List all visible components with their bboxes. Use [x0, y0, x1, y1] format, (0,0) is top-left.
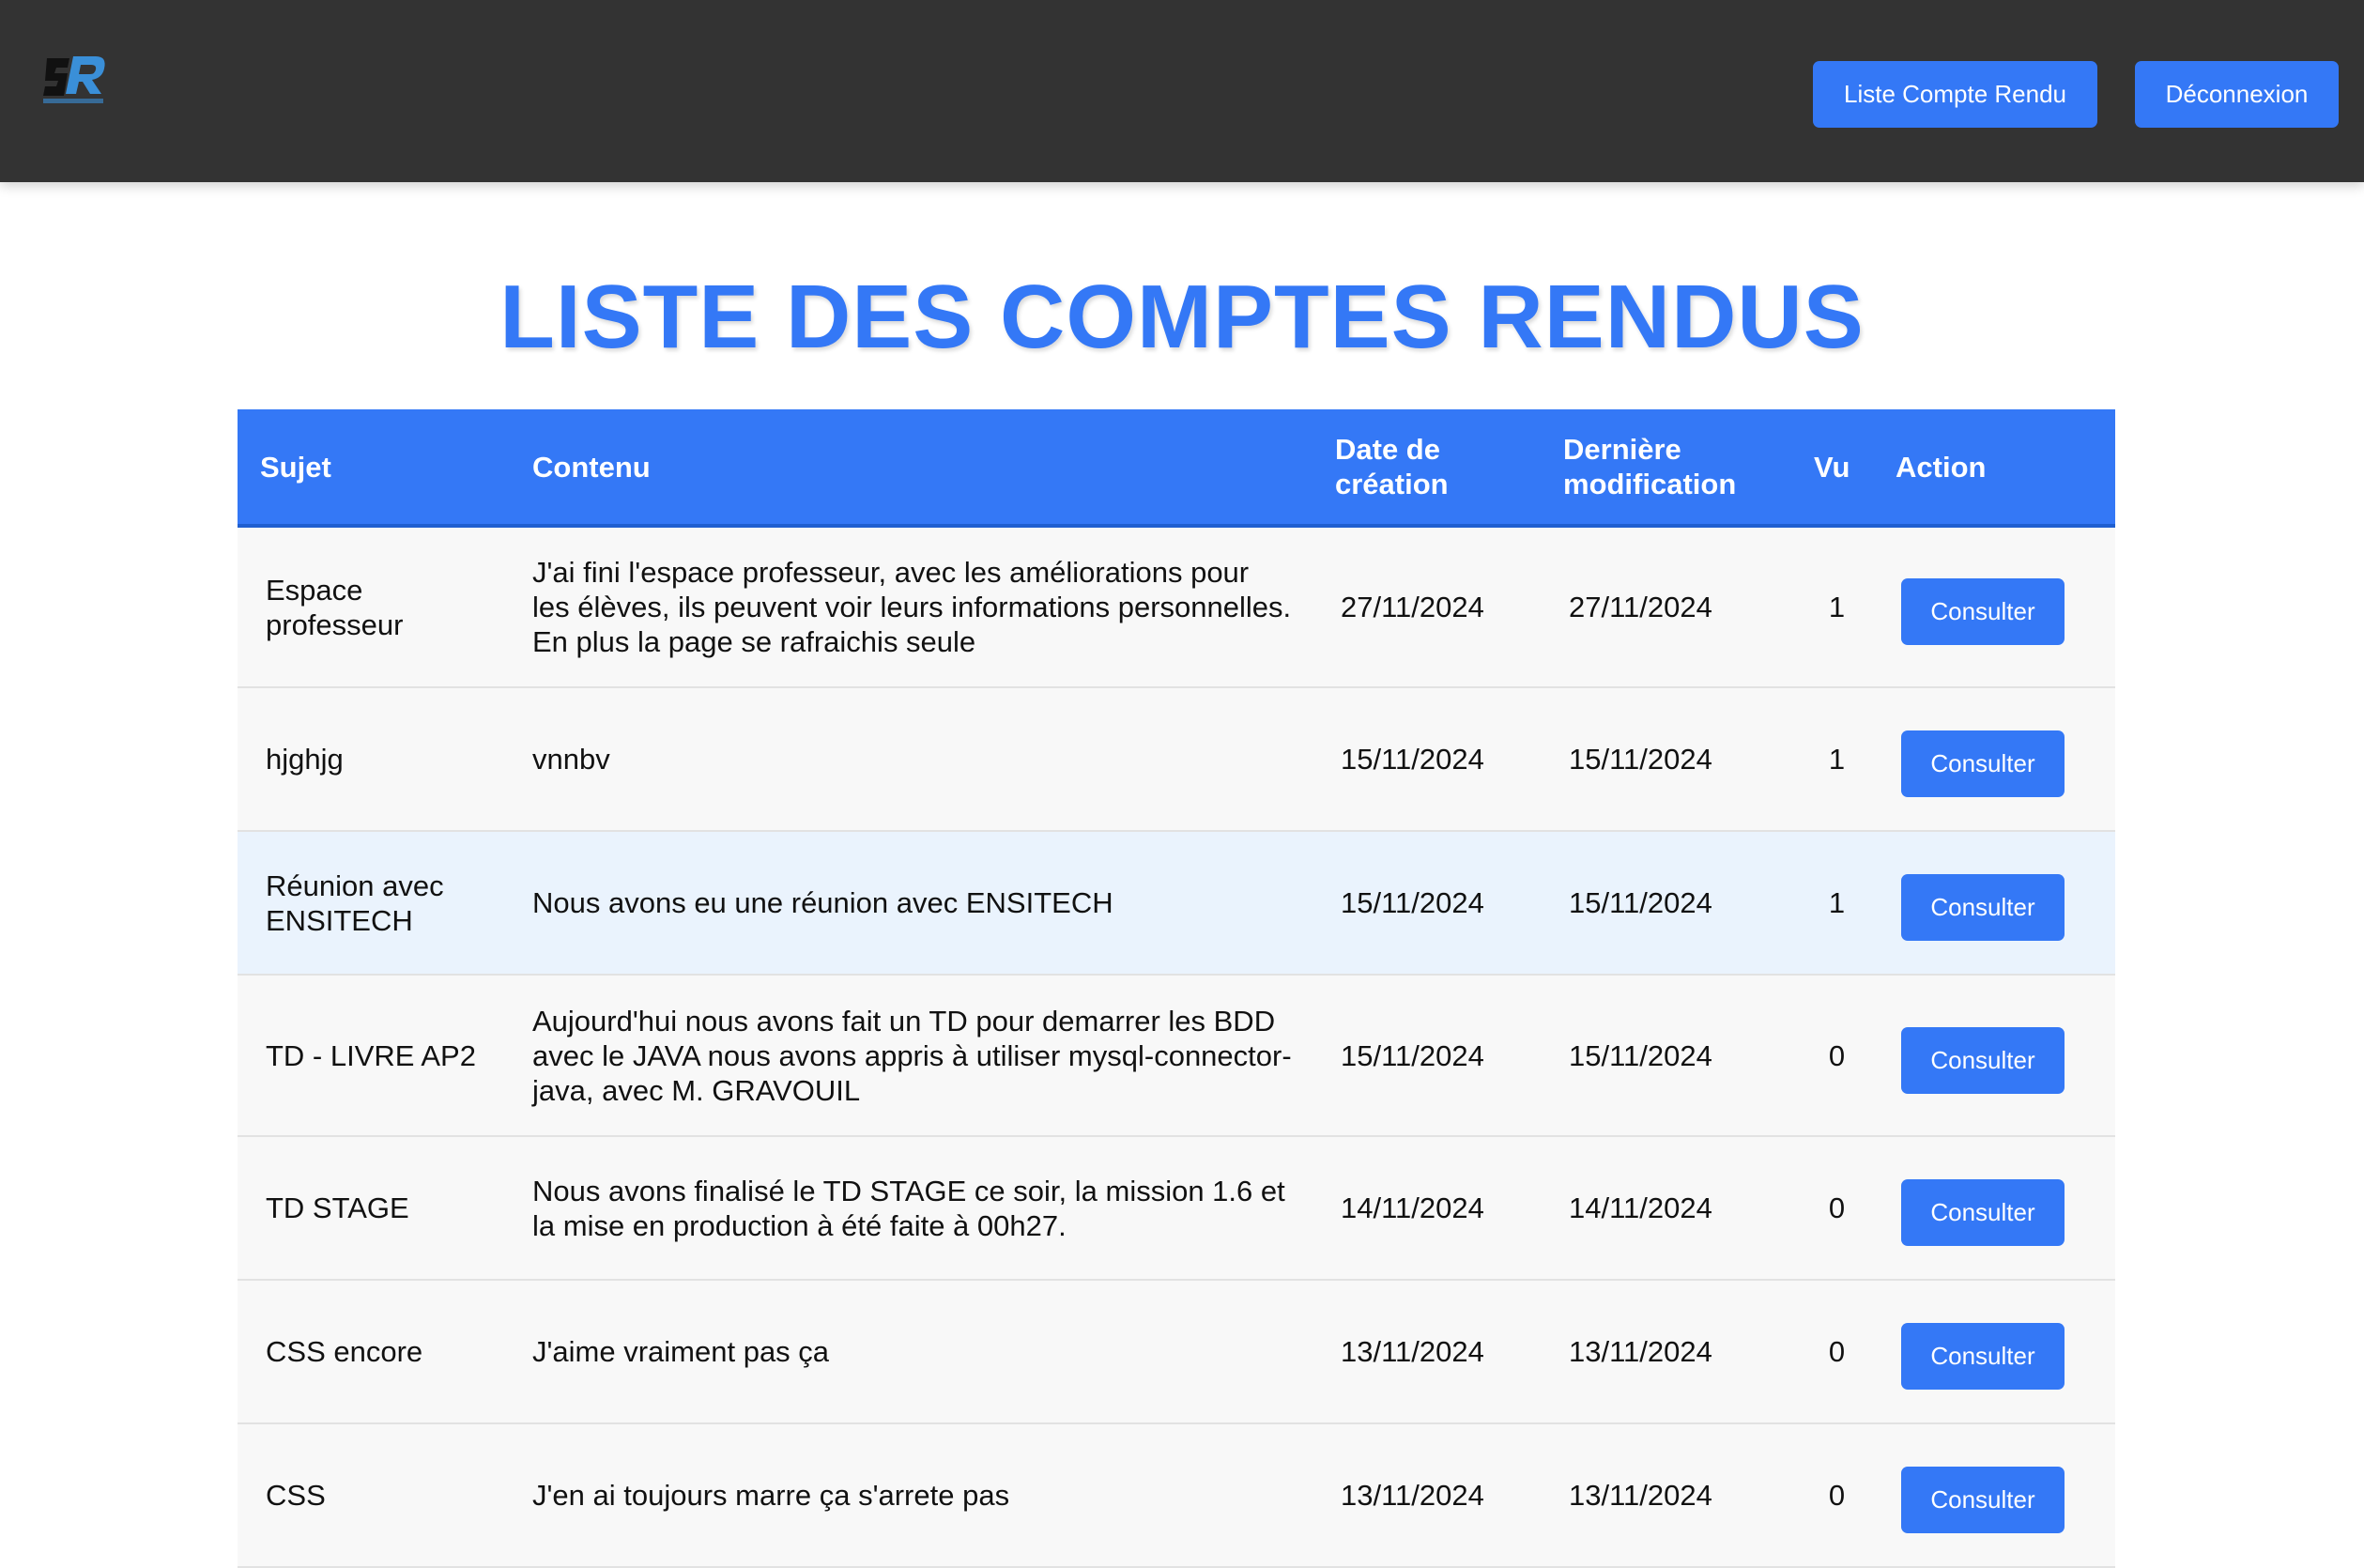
- cell-action: Consulter: [1873, 1136, 2115, 1280]
- cell-contenu: Nous avons finalisé le TD STAGE ce soir,…: [532, 1174, 1285, 1242]
- table-row: TD STAGE Nous avons finalisé le TD STAGE…: [238, 1136, 2115, 1280]
- consulter-button[interactable]: Consulter: [1901, 730, 2065, 797]
- cell-date-creation: 15/11/2024: [1341, 886, 1484, 919]
- cell-vu: 1: [1828, 886, 1846, 919]
- cell-derniere-modification: 13/11/2024: [1569, 1479, 1712, 1512]
- cell-contenu: J'en ai toujours marre ça s'arrete pas: [532, 1479, 1010, 1512]
- cell-contenu: J'aime vraiment pas ça: [532, 1335, 830, 1368]
- table-row: CSS encore J'aime vraiment pas ça 13/11/…: [238, 1280, 2115, 1423]
- table-header-row: Sujet Contenu Date de création Dernière …: [238, 409, 2115, 526]
- cell-date-creation: 14/11/2024: [1341, 1191, 1484, 1224]
- table-row: TD - LIVRE AP2 Aujourd'hui nous avons fa…: [238, 975, 2115, 1136]
- consulter-button[interactable]: Consulter: [1901, 1026, 2065, 1094]
- cell-sujet: TD STAGE: [266, 1191, 409, 1224]
- table-row: Réunion avec ENSITECH Nous avons eu une …: [238, 831, 2115, 975]
- consulter-button[interactable]: Consulter: [1901, 1467, 2065, 1533]
- cell-date-creation: 13/11/2024: [1341, 1335, 1484, 1368]
- cell-contenu: Aujourd'hui nous avons fait un TD pour d…: [532, 1004, 1292, 1107]
- cell-action: Consulter: [1873, 831, 2115, 975]
- cell-action: Consulter: [1873, 1423, 2115, 1567]
- cell-contenu: J'ai fini l'espace professeur, avec les …: [532, 556, 1292, 658]
- column-header-contenu: Contenu: [532, 450, 651, 484]
- cell-derniere-modification: 27/11/2024: [1569, 591, 1712, 623]
- cell-sujet: Espace professeur: [266, 573, 404, 641]
- cell-action: Consulter: [1873, 526, 2115, 687]
- cell-sujet: Réunion avec ENSITECH: [266, 869, 444, 937]
- column-header-date-creation: Date de création: [1335, 433, 1449, 500]
- cell-action: Consulter: [1873, 687, 2115, 831]
- table-body: Espace professeur J'ai fini l'espace pro…: [238, 526, 2115, 1567]
- column-header-vu: Vu: [1814, 450, 1850, 484]
- cell-sujet: TD - LIVRE AP2: [266, 1038, 476, 1072]
- column-header-sujet: Sujet: [260, 450, 331, 484]
- liste-compte-rendu-button[interactable]: Liste Compte Rendu: [1813, 61, 2097, 128]
- cell-derniere-modification: 15/11/2024: [1569, 886, 1712, 919]
- cell-date-creation: 27/11/2024: [1341, 591, 1484, 623]
- column-header-action: Action: [1896, 450, 1987, 484]
- deconnexion-button[interactable]: Déconnexion: [2135, 61, 2339, 128]
- column-header-derniere-modification: Dernière modification: [1563, 433, 1737, 500]
- cell-vu: 0: [1828, 1479, 1846, 1512]
- cell-derniere-modification: 14/11/2024: [1569, 1191, 1712, 1224]
- consulter-button[interactable]: Consulter: [1901, 1179, 2065, 1246]
- cell-action: Consulter: [1873, 975, 2115, 1136]
- table-row: Espace professeur J'ai fini l'espace pro…: [238, 526, 2115, 687]
- cell-date-creation: 15/11/2024: [1341, 1038, 1484, 1072]
- comptes-rendus-table: Sujet Contenu Date de création Dernière …: [238, 409, 2115, 1568]
- comptes-rendus-table-container: Sujet Contenu Date de création Dernière …: [238, 409, 2115, 1568]
- cell-date-creation: 13/11/2024: [1341, 1479, 1484, 1512]
- cell-vu: 0: [1828, 1191, 1846, 1224]
- table-header: Sujet Contenu Date de création Dernière …: [238, 409, 2115, 526]
- logo-icon: [43, 56, 105, 103]
- cell-derniere-modification: 13/11/2024: [1569, 1335, 1712, 1368]
- cell-contenu: vnnbv: [532, 743, 610, 776]
- top-navbar: Liste Compte Rendu Déconnexion: [0, 0, 2364, 182]
- cell-vu: 1: [1828, 743, 1846, 776]
- cell-contenu: Nous avons eu une réunion avec ENSITECH: [532, 886, 1113, 919]
- cell-derniere-modification: 15/11/2024: [1569, 743, 1712, 776]
- cell-vu: 1: [1828, 591, 1846, 623]
- cell-vu: 0: [1828, 1038, 1846, 1072]
- consulter-button[interactable]: Consulter: [1901, 874, 2065, 941]
- cell-vu: 0: [1828, 1335, 1846, 1368]
- cell-sujet: CSS: [266, 1479, 326, 1512]
- table-row: CSS J'en ai toujours marre ça s'arrete p…: [238, 1423, 2115, 1567]
- page-title: LISTE DES COMPTES RENDUS: [499, 267, 1865, 367]
- cell-date-creation: 15/11/2024: [1341, 743, 1484, 776]
- cell-action: Consulter: [1873, 1280, 2115, 1423]
- app-logo[interactable]: [41, 51, 111, 109]
- consulter-button[interactable]: Consulter: [1901, 578, 2065, 645]
- consulter-button[interactable]: Consulter: [1901, 1323, 2065, 1390]
- cell-sujet: CSS encore: [266, 1335, 423, 1368]
- cell-derniere-modification: 15/11/2024: [1569, 1038, 1712, 1072]
- table-row: hjghjg vnnbv 15/11/2024 15/11/2024 1 Con…: [238, 687, 2115, 831]
- cell-sujet: hjghjg: [266, 743, 344, 776]
